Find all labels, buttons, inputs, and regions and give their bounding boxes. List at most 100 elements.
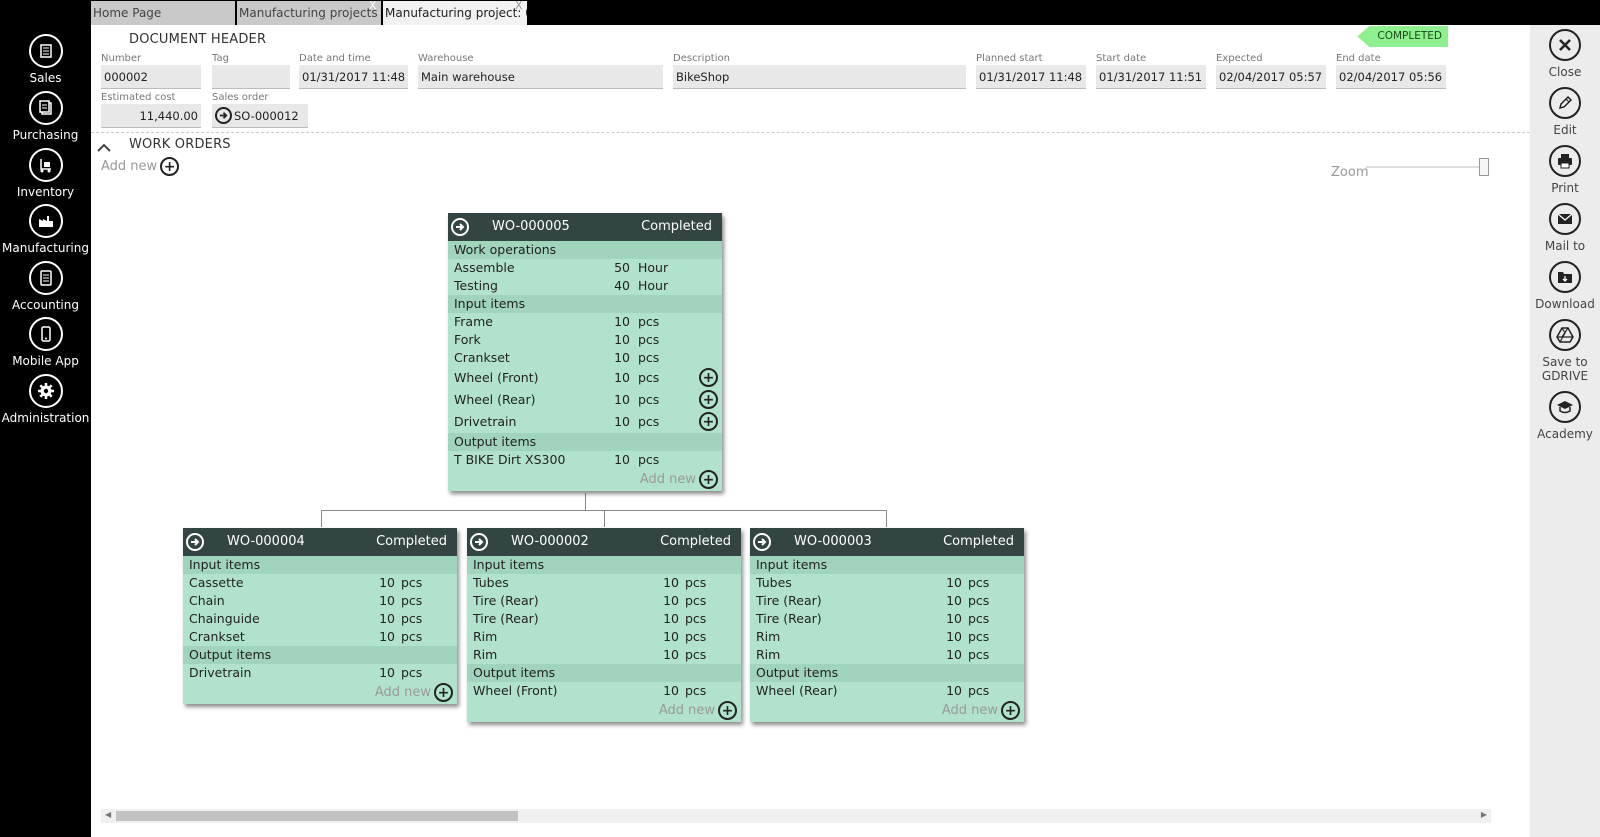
horizontal-scrollbar[interactable]: ◀ ▶ [101, 809, 1491, 823]
add-sub-order-plus-icon[interactable]: + [699, 412, 718, 431]
list-item[interactable]: Fork 10 pcs [448, 331, 722, 349]
tab-manufacturing-project-active[interactable]: Manufacturing project: 00... X [383, 1, 527, 25]
nav-item-accounting[interactable]: Accounting [0, 261, 91, 312]
open-arrow-icon[interactable] [753, 533, 771, 551]
nav-item-mobile-app[interactable]: Mobile App [0, 317, 91, 368]
nav-item-inventory[interactable]: Inventory [0, 148, 91, 199]
tab-close-icon[interactable]: X [515, 1, 523, 13]
list-item[interactable]: Rim 10 pcs [750, 628, 1024, 646]
list-item[interactable]: Drivetrain 10 pcs [183, 664, 457, 682]
warehouse-field[interactable]: Main warehouse [418, 65, 663, 89]
add-output-button[interactable]: Add new + [942, 701, 1020, 720]
list-item[interactable]: Tire (Rear) 10 pcs [750, 610, 1024, 628]
description-field[interactable]: BikeShop [673, 65, 966, 89]
list-item[interactable]: Chain 10 pcs [183, 592, 457, 610]
tag-field[interactable] [212, 65, 290, 89]
work-orders-title: WORK ORDERS [129, 137, 231, 152]
download-button[interactable]: Download [1530, 261, 1600, 311]
list-item[interactable]: Tire (Rear) 10 pcs [467, 592, 741, 610]
item-unit: pcs [638, 370, 660, 385]
list-item[interactable]: Wheel (Rear) 10 pcs [750, 682, 1024, 700]
nav-label: Inventory [16, 185, 75, 199]
tab-home-page[interactable]: Home Page [91, 1, 235, 25]
academy-button[interactable]: Academy [1530, 391, 1600, 441]
list-item[interactable]: T BIKE Dirt XS300 10 pcs [448, 451, 722, 469]
section-output-items: Output items [467, 664, 741, 682]
item-qty: 10 [946, 575, 962, 590]
action-label: Mail to [1544, 239, 1586, 253]
sales-order-field[interactable]: SO-000012 [212, 104, 308, 128]
action-label: Close [1548, 65, 1582, 79]
item-unit: pcs [685, 683, 707, 698]
list-item[interactable]: Wheel (Front) 10 pcs [467, 682, 741, 700]
planned-start-field[interactable]: 01/31/2017 11:48 [976, 65, 1086, 89]
work-order-number[interactable]: WO-000005 [492, 213, 570, 241]
list-item[interactable]: Wheel (Front) 10 pcs + [448, 367, 722, 389]
list-item[interactable]: Tubes 10 pcs [467, 574, 741, 592]
list-item[interactable]: Crankset 10 pcs [448, 349, 722, 367]
arrow-right-icon[interactable] [215, 107, 232, 124]
list-item[interactable]: Testing 40 Hour [448, 277, 722, 295]
add-output-button[interactable]: Add new + [659, 701, 737, 720]
start-date-field[interactable]: 01/31/2017 11:51 [1096, 65, 1206, 89]
nav-item-administration[interactable]: Administration [0, 374, 91, 425]
list-item[interactable]: Cassette 10 pcs [183, 574, 457, 592]
item-unit: pcs [968, 611, 990, 626]
print-button[interactable]: Print [1530, 145, 1600, 195]
open-arrow-icon[interactable] [186, 533, 204, 551]
list-item[interactable]: Frame 10 pcs [448, 313, 722, 331]
add-work-order-button[interactable]: Add new + [101, 157, 180, 176]
item-unit: Hour [638, 260, 669, 275]
mail-to-button[interactable]: Mail to [1530, 203, 1600, 253]
number-field[interactable]: 000002 [101, 65, 201, 89]
nav-item-manufacturing[interactable]: Manufacturing [0, 204, 91, 255]
tab-manufacturing-projects[interactable]: Manufacturing projects X [237, 1, 381, 25]
work-order-number[interactable]: WO-000003 [794, 528, 872, 556]
list-item[interactable]: Tire (Rear) 10 pcs [467, 610, 741, 628]
nav-item-purchasing[interactable]: Purchasing [0, 91, 91, 142]
item-name: Frame [454, 314, 493, 329]
list-item[interactable]: Rim 10 pcs [467, 628, 741, 646]
list-item[interactable]: Wheel (Rear) 10 pcs + [448, 389, 722, 411]
scroll-left-arrow-icon[interactable]: ◀ [105, 810, 111, 819]
list-item[interactable]: Drivetrain 10 pcs + [448, 411, 722, 433]
section-input-items: Input items [183, 556, 457, 574]
scroll-right-arrow-icon[interactable]: ▶ [1481, 810, 1487, 819]
list-item[interactable]: Tire (Rear) 10 pcs [750, 592, 1024, 610]
zoom-slider-track[interactable] [1366, 166, 1488, 168]
work-order-number[interactable]: WO-000002 [511, 528, 589, 556]
work-order-number[interactable]: WO-000004 [227, 528, 305, 556]
work-order-header: WO-000003 Completed [750, 528, 1024, 556]
nav-item-sales[interactable]: Sales [0, 34, 91, 85]
expected-field[interactable]: 02/04/2017 05:57 [1216, 65, 1326, 89]
save-to-gdrive-button[interactable]: Save to GDRIVE [1530, 319, 1600, 383]
close-button[interactable]: Close [1530, 29, 1600, 79]
item-unit: pcs [685, 575, 707, 590]
list-item[interactable]: Chainguide 10 pcs [183, 610, 457, 628]
collapse-chevron-up-icon[interactable] [96, 139, 112, 152]
item-name: Wheel (Front) [473, 683, 558, 698]
zoom-slider-handle[interactable] [1479, 158, 1489, 176]
end-date-field[interactable]: 02/04/2017 05:56 [1336, 65, 1446, 89]
printer-icon [1549, 145, 1581, 177]
edit-button[interactable]: Edit [1530, 87, 1600, 137]
add-output-button[interactable]: Add new + [640, 470, 718, 489]
open-arrow-icon[interactable] [451, 218, 469, 236]
list-item[interactable]: Crankset 10 pcs [183, 628, 457, 646]
datetime-field[interactable]: 01/31/2017 11:48 [299, 65, 408, 89]
estimated-cost-field[interactable]: 11,440.00 [101, 104, 201, 128]
add-sub-order-plus-icon[interactable]: + [699, 368, 718, 387]
add-output-button[interactable]: Add new + [375, 683, 453, 702]
item-qty: 10 [614, 314, 630, 329]
list-item[interactable]: Assemble 50 Hour [448, 259, 722, 277]
scrollbar-thumb[interactable] [116, 811, 518, 821]
item-unit: pcs [968, 683, 990, 698]
sales-order-label: Sales order [212, 92, 269, 103]
document-content: DOCUMENT HEADER COMPLETED Number 000002 … [91, 25, 1530, 837]
add-sub-order-plus-icon[interactable]: + [699, 390, 718, 409]
tab-close-icon[interactable]: X [369, 1, 377, 13]
list-item[interactable]: Rim 10 pcs [750, 646, 1024, 664]
list-item[interactable]: Rim 10 pcs [467, 646, 741, 664]
open-arrow-icon[interactable] [470, 533, 488, 551]
list-item[interactable]: Tubes 10 pcs [750, 574, 1024, 592]
